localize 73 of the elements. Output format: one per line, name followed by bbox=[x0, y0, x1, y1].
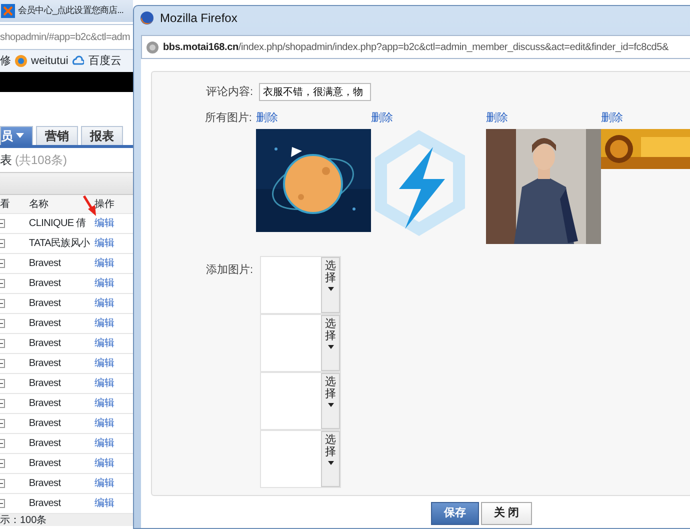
table-cell: Bravest bbox=[28, 418, 61, 429]
upload-field[interactable]: 选择 bbox=[260, 430, 341, 488]
edit-link[interactable]: 编辑 bbox=[94, 298, 114, 309]
list-count: (共108条) bbox=[15, 152, 68, 169]
edit-link[interactable]: 编辑 bbox=[94, 338, 114, 349]
comment-field[interactable]: 衣服不错，很满意，物 bbox=[259, 83, 371, 101]
table-cell: Bravest bbox=[28, 438, 61, 449]
url-text: bbs.motai168.cn/index.php/shopadmin/index.php?app=b2c&ctl=admin_member_discuss&act=edit&finder_id=fc8cd5& bbox=[163, 40, 668, 54]
bookmark-icon bbox=[15, 55, 27, 67]
firefox-icon bbox=[140, 11, 154, 25]
tab-logo-icon bbox=[1, 4, 15, 18]
cloud-icon bbox=[72, 55, 84, 67]
table-cell: Bravest bbox=[28, 298, 61, 309]
edit-link[interactable]: 编辑 bbox=[94, 238, 114, 249]
column-header: 看 bbox=[0, 198, 10, 212]
caret-icon bbox=[328, 344, 334, 349]
close-button[interactable]: 关 闭 bbox=[480, 502, 532, 524]
table-cell: Bravest bbox=[28, 478, 61, 489]
field-label: 所有图片: bbox=[204, 112, 252, 124]
select-button[interactable]: 选择 bbox=[321, 430, 340, 486]
nav-tab[interactable]: 营销 bbox=[36, 126, 78, 145]
table-cell: Bravest bbox=[28, 258, 61, 269]
edit-link[interactable]: 编辑 bbox=[94, 498, 114, 509]
nav-tab[interactable]: 报表 bbox=[81, 126, 123, 145]
table-cell: TATA民族风小 bbox=[28, 238, 90, 249]
select-button[interactable]: 选择 bbox=[321, 256, 340, 312]
nav-tab[interactable]: 员 bbox=[0, 126, 33, 145]
bookmark-link[interactable]: 修 bbox=[0, 52, 11, 70]
footer-text: 示：100条 bbox=[0, 514, 47, 528]
address-field[interactable]: bbs.motai168.cn/index.php/shopadmin/index.php?app=b2c&ctl=admin_member_discuss&act=edit&finder_id=fc8cd5& bbox=[141, 35, 690, 59]
select-button[interactable]: 选择 bbox=[321, 314, 340, 370]
table-cell: Bravest bbox=[28, 498, 61, 509]
column-header: 操作 bbox=[94, 198, 114, 210]
upload-field[interactable]: 选择 bbox=[260, 256, 341, 314]
save-button[interactable]: 保存 bbox=[430, 502, 479, 524]
edit-link[interactable]: 编辑 bbox=[94, 218, 114, 229]
edit-link[interactable]: 编辑 bbox=[94, 438, 114, 449]
table-cell: Bravest bbox=[28, 338, 61, 349]
table-cell: Bravest bbox=[28, 318, 61, 329]
field-label: 评论内容: bbox=[206, 86, 253, 98]
delete-link[interactable]: 删除 bbox=[600, 110, 623, 126]
table-cell: Bravest bbox=[28, 358, 61, 369]
column-header: 名称 bbox=[28, 198, 48, 210]
table-cell: Bravest bbox=[28, 398, 61, 409]
edit-link[interactable]: 编辑 bbox=[94, 258, 114, 269]
field-label: 添加图片: bbox=[206, 264, 253, 276]
window-title: Mozilla Firefox bbox=[160, 10, 238, 27]
table-cell: Bravest bbox=[28, 458, 61, 469]
edit-link[interactable]: 编辑 bbox=[94, 378, 114, 389]
bookmark-link[interactable]: 百度云 bbox=[88, 52, 122, 70]
edit-link[interactable]: 编辑 bbox=[94, 398, 114, 409]
caret-icon bbox=[328, 402, 334, 407]
caret-icon bbox=[328, 286, 334, 291]
list-title: 表 bbox=[0, 152, 12, 169]
bookmark-link[interactable]: weitutui bbox=[31, 52, 68, 70]
table-cell: CLINIQUE 倩 bbox=[28, 218, 86, 229]
upload-field[interactable]: 选择 bbox=[260, 372, 341, 430]
address-field[interactable]: shopadmin/#app=b2c&ctl=adm bbox=[0, 24, 133, 50]
delete-link[interactable]: 删除 bbox=[256, 110, 278, 126]
globe-icon bbox=[146, 40, 159, 54]
edit-link[interactable]: 编辑 bbox=[94, 358, 114, 369]
select-button[interactable]: 选择 bbox=[321, 372, 340, 428]
edit-link[interactable]: 编辑 bbox=[94, 318, 114, 329]
edit-link[interactable]: 编辑 bbox=[94, 278, 114, 289]
table-cell: Bravest bbox=[28, 378, 61, 389]
table-cell: Bravest bbox=[28, 278, 61, 289]
delete-link[interactable]: 删除 bbox=[486, 110, 508, 126]
edit-link[interactable]: 编辑 bbox=[94, 418, 114, 429]
edit-link[interactable]: 编辑 bbox=[94, 478, 114, 489]
upload-field[interactable]: 选择 bbox=[260, 314, 341, 372]
caret-icon bbox=[328, 460, 334, 465]
delete-link[interactable]: 删除 bbox=[370, 110, 393, 126]
edit-link[interactable]: 编辑 bbox=[94, 458, 114, 469]
